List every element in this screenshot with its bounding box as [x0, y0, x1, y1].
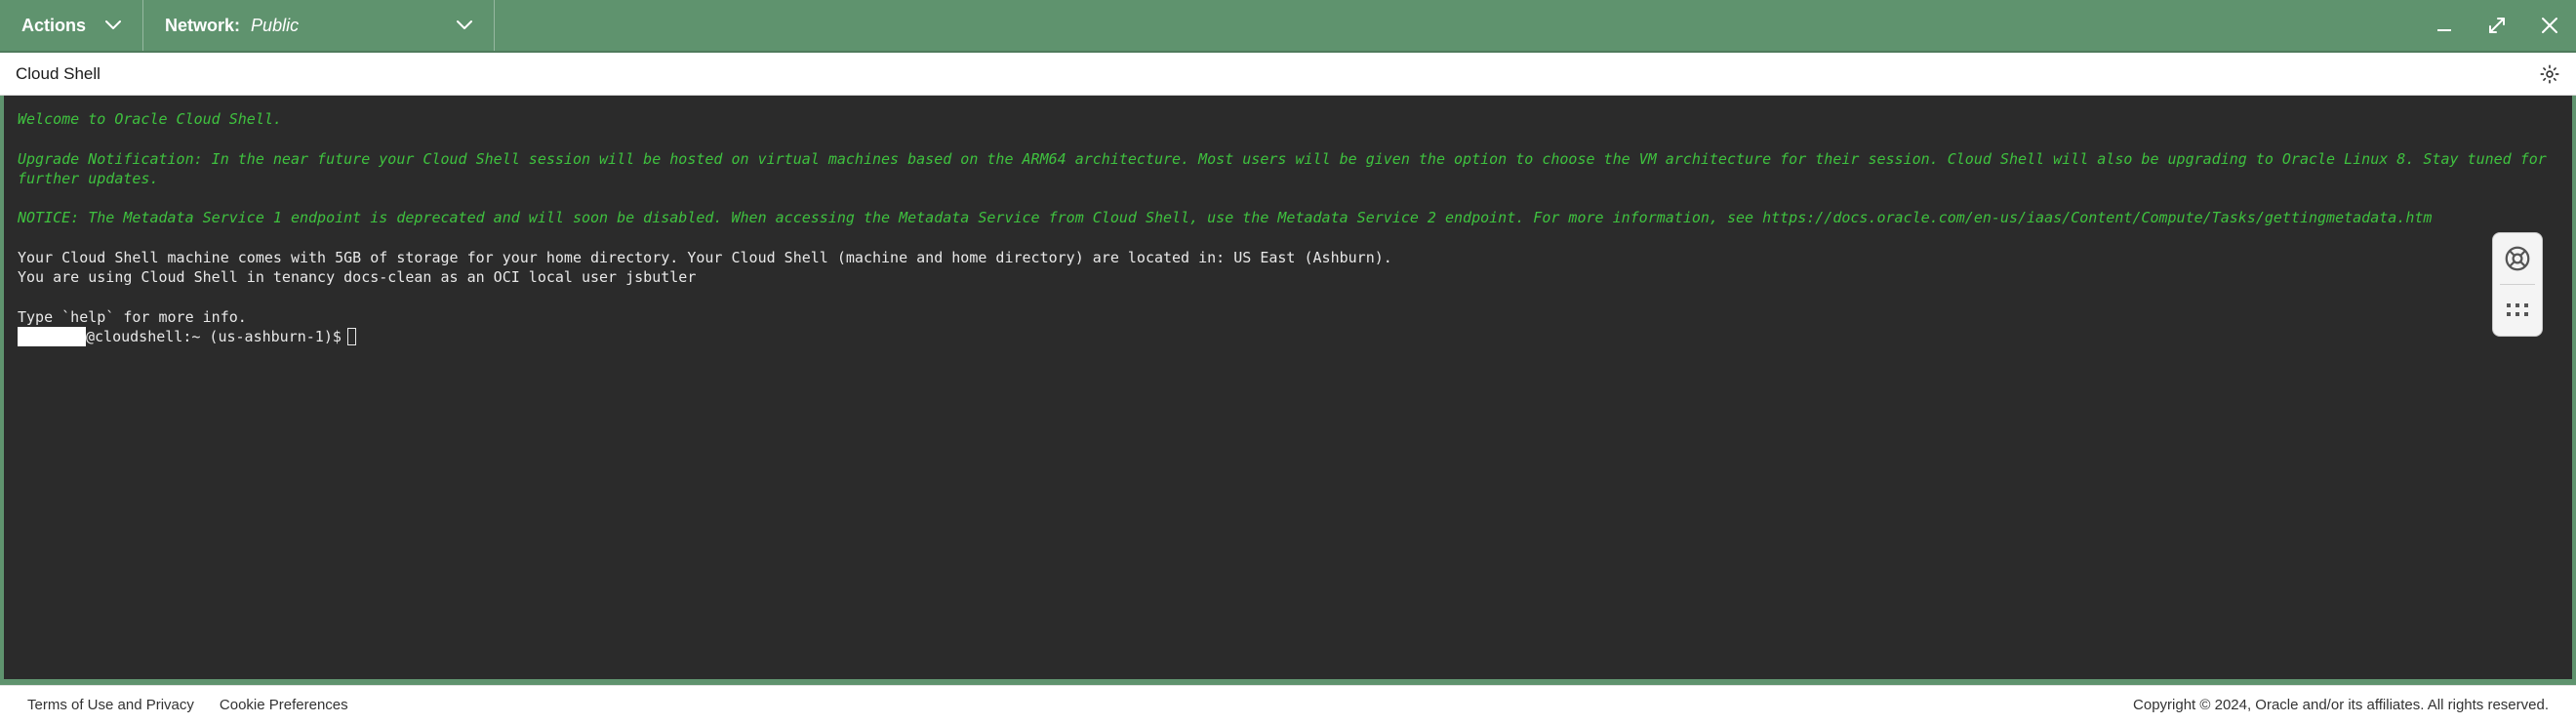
motd-metadata-notice: NOTICE: The Metadata Service 1 endpoint … [18, 208, 2558, 227]
actions-dropdown[interactable]: Actions [0, 0, 143, 51]
cloudshell-toolbar: Actions Network: Public [0, 0, 2576, 53]
maximize-button[interactable] [2471, 0, 2523, 51]
tenancy-info: You are using Cloud Shell in tenancy doc… [18, 267, 2558, 287]
prompt-text: @cloudshell:~ (us-ashburn-1)$ [86, 327, 342, 346]
cookie-prefs-link[interactable]: Cookie Preferences [220, 697, 348, 713]
help-hint: Type `help` for more info. [18, 307, 2558, 327]
motd-upgrade-notice: Upgrade Notification: In the near future… [18, 149, 2558, 189]
redacted-username [18, 327, 86, 346]
help-lifebuoy-button[interactable] [2498, 239, 2537, 278]
footer: Terms of Use and Privacy Cookie Preferen… [0, 685, 2576, 724]
terms-link[interactable]: Terms of Use and Privacy [27, 697, 194, 713]
terminal-container: Welcome to Oracle Cloud Shell. Upgrade N… [0, 96, 2576, 685]
actions-label: Actions [21, 16, 86, 36]
motd-welcome: Welcome to Oracle Cloud Shell. [18, 109, 2558, 129]
copyright-text: Copyright © 2024, Oracle and/or its affi… [2133, 697, 2549, 713]
close-button[interactable] [2523, 0, 2576, 51]
helper-widget [2492, 232, 2543, 337]
settings-button[interactable] [2539, 63, 2560, 85]
network-dropdown[interactable]: Network: Public [143, 0, 495, 51]
cloudshell-titlebar: Cloud Shell [0, 53, 2576, 96]
prompt-line: @cloudshell:~ (us-ashburn-1)$ [18, 327, 2558, 346]
panel-title: Cloud Shell [16, 64, 101, 84]
apps-grid-button[interactable] [2498, 291, 2537, 330]
cursor-icon [347, 328, 356, 344]
storage-info: Your Cloud Shell machine comes with 5GB … [18, 248, 2558, 267]
network-label: Network: [165, 16, 240, 35]
minimize-button[interactable] [2418, 0, 2471, 51]
chevron-down-icon [457, 20, 472, 30]
terminal[interactable]: Welcome to Oracle Cloud Shell. Upgrade N… [4, 96, 2572, 679]
chevron-down-icon [105, 20, 121, 30]
network-value: Public [251, 16, 299, 35]
